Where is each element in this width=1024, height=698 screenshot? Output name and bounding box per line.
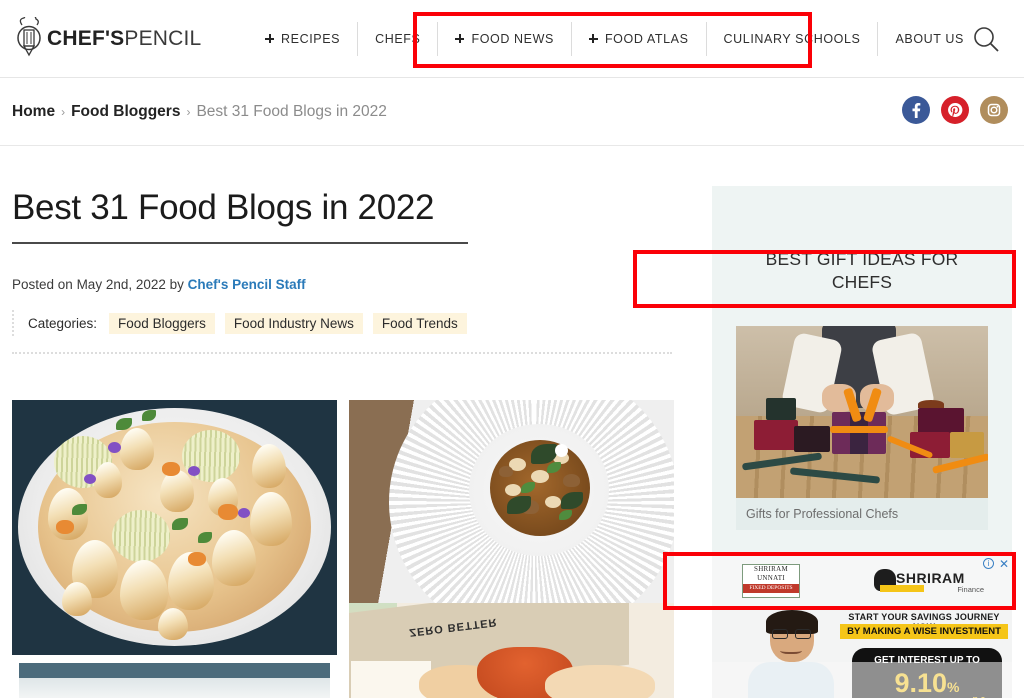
site-logo[interactable]: CHEF'SPENCIL [12,14,232,61]
shriram-finance-logo[interactable]: SHRIRAM Finance [874,568,986,598]
category-tag-food-trends[interactable]: Food Trends [372,312,467,334]
ad-body: START YOUR SAVINGS JOURNEY NOW BY MAKING… [712,610,1012,698]
ad-badge-line2: UNNATI [757,574,785,582]
nav-item-food-atlas[interactable]: FOOD ATLAS [570,21,706,56]
article-byline: Posted on May 2nd, 2022 by Chef's Pencil… [12,277,700,292]
search-button[interactable] [966,20,1006,60]
breadcrumb-food-bloggers[interactable]: Food Bloggers [71,103,180,121]
gift-wrapping-photo [736,326,988,499]
gallery-column-left [12,400,337,698]
shriram-unnati-logo-icon: SHRIRAM UNNATI FIXED DEPOSITS [742,564,800,598]
close-icon[interactable]: ✕ [999,557,1009,571]
gift-ideas-card[interactable]: Gifts for Professional Chefs [736,326,988,531]
nav-label: ABOUT US [895,31,964,46]
page-title: Best 31 Food Blogs in 2022 [12,188,435,227]
plus-icon [265,34,274,43]
plus-icon [455,34,465,43]
content-divider [12,352,672,354]
site-logo-text: CHEF'SPENCIL [47,27,201,51]
ad-header: SHRIRAM UNNATI FIXED DEPOSITS SHRIRAM Fi… [712,556,1012,610]
author-link[interactable]: Chef's Pencil Staff [188,277,306,292]
ad-badge-line3: FIXED DEPOSITS [743,584,799,593]
logo-light: PENCIL [124,26,202,50]
ad-brand-sub: Finance [957,585,984,594]
posted-prefix: Posted on [12,277,73,292]
pinterest-icon[interactable] [941,96,969,124]
breadcrumb-separator-icon: › [61,104,66,119]
ad-headline-2: BY MAKING A WISE INVESTMENT [840,624,1008,639]
plated-mushroom-dish-photo[interactable] [349,400,674,603]
plus-icon [588,34,598,43]
gift-card-caption: Gifts for Professional Chefs [736,498,988,531]
ad-brand-name: SHRIRAM [896,570,965,586]
breadcrumb-bar: Home › Food Bloggers › Best 31 Food Blog… [0,78,1024,146]
chef-pencil-logo-icon [12,14,46,61]
nav-label: RECIPES [281,31,341,46]
advertisement[interactable]: SHRIRAM UNNATI FIXED DEPOSITS SHRIRAM Fi… [712,556,1012,698]
main-nav: RECIPES CHEFS FOOD NEWS FOOD ATLAS CULIN… [248,19,981,59]
nav-item-culinary-schools[interactable]: CULINARY SCHOOLS [705,21,878,56]
nav-label: FOOD ATLAS [604,31,689,46]
breadcrumb-separator-icon: › [186,104,191,119]
breadcrumb: Home › Food Bloggers › Best 31 Food Blog… [12,103,387,121]
ad-choices-icon[interactable]: i [983,558,994,569]
instagram-icon[interactable] [980,96,1008,124]
pizza-box-photo[interactable]: ZERO BETTER [349,603,674,698]
meringue-tart-photo[interactable] [12,400,337,655]
logo-accent-bar [880,585,924,592]
page-root: CHEF'SPENCIL RECIPES CHEFS FOOD NEWS FOO… [0,0,1024,698]
categories-label: Categories: [28,315,98,331]
gallery-column-right: ZERO BETTER [349,400,674,698]
title-underline [12,242,468,244]
sidebar-widget-title: BEST GIFT IDEAS FOR CHEFS [765,249,959,293]
nav-item-recipes[interactable]: RECIPES [248,22,357,56]
nav-label: CULINARY SCHOOLS [723,31,861,46]
facebook-icon[interactable] [902,96,930,124]
search-icon [974,27,999,52]
nav-item-food-news[interactable]: FOOD NEWS [437,21,570,56]
breadcrumb-current: Best 31 Food Blogs in 2022 [196,102,387,120]
ad-badge-line1: SHRIRAM [754,565,788,573]
article-main: Best 31 Food Blogs in 2022 Posted on May… [0,146,700,698]
category-tag-food-bloggers[interactable]: Food Bloggers [109,312,215,334]
post-date: May 2nd, 2022 [76,277,166,292]
categories-row: Categories: Food Bloggers Food Industry … [12,310,700,336]
breadcrumb-home[interactable]: Home [12,103,55,121]
social-links [902,96,1008,124]
logo-bold: CHEF'S [47,26,125,50]
nav-label: FOOD NEWS [471,31,554,46]
category-tag-food-industry-news[interactable]: Food Industry News [224,312,363,334]
nav-label: CHEFS [375,31,421,46]
site-header: CHEF'SPENCIL RECIPES CHEFS FOOD NEWS FOO… [0,0,1024,78]
gallery-image-divider [12,655,337,698]
by-word: by [169,277,184,292]
sidebar-title-underline [738,306,986,309]
nav-item-chefs[interactable]: CHEFS [357,21,437,56]
